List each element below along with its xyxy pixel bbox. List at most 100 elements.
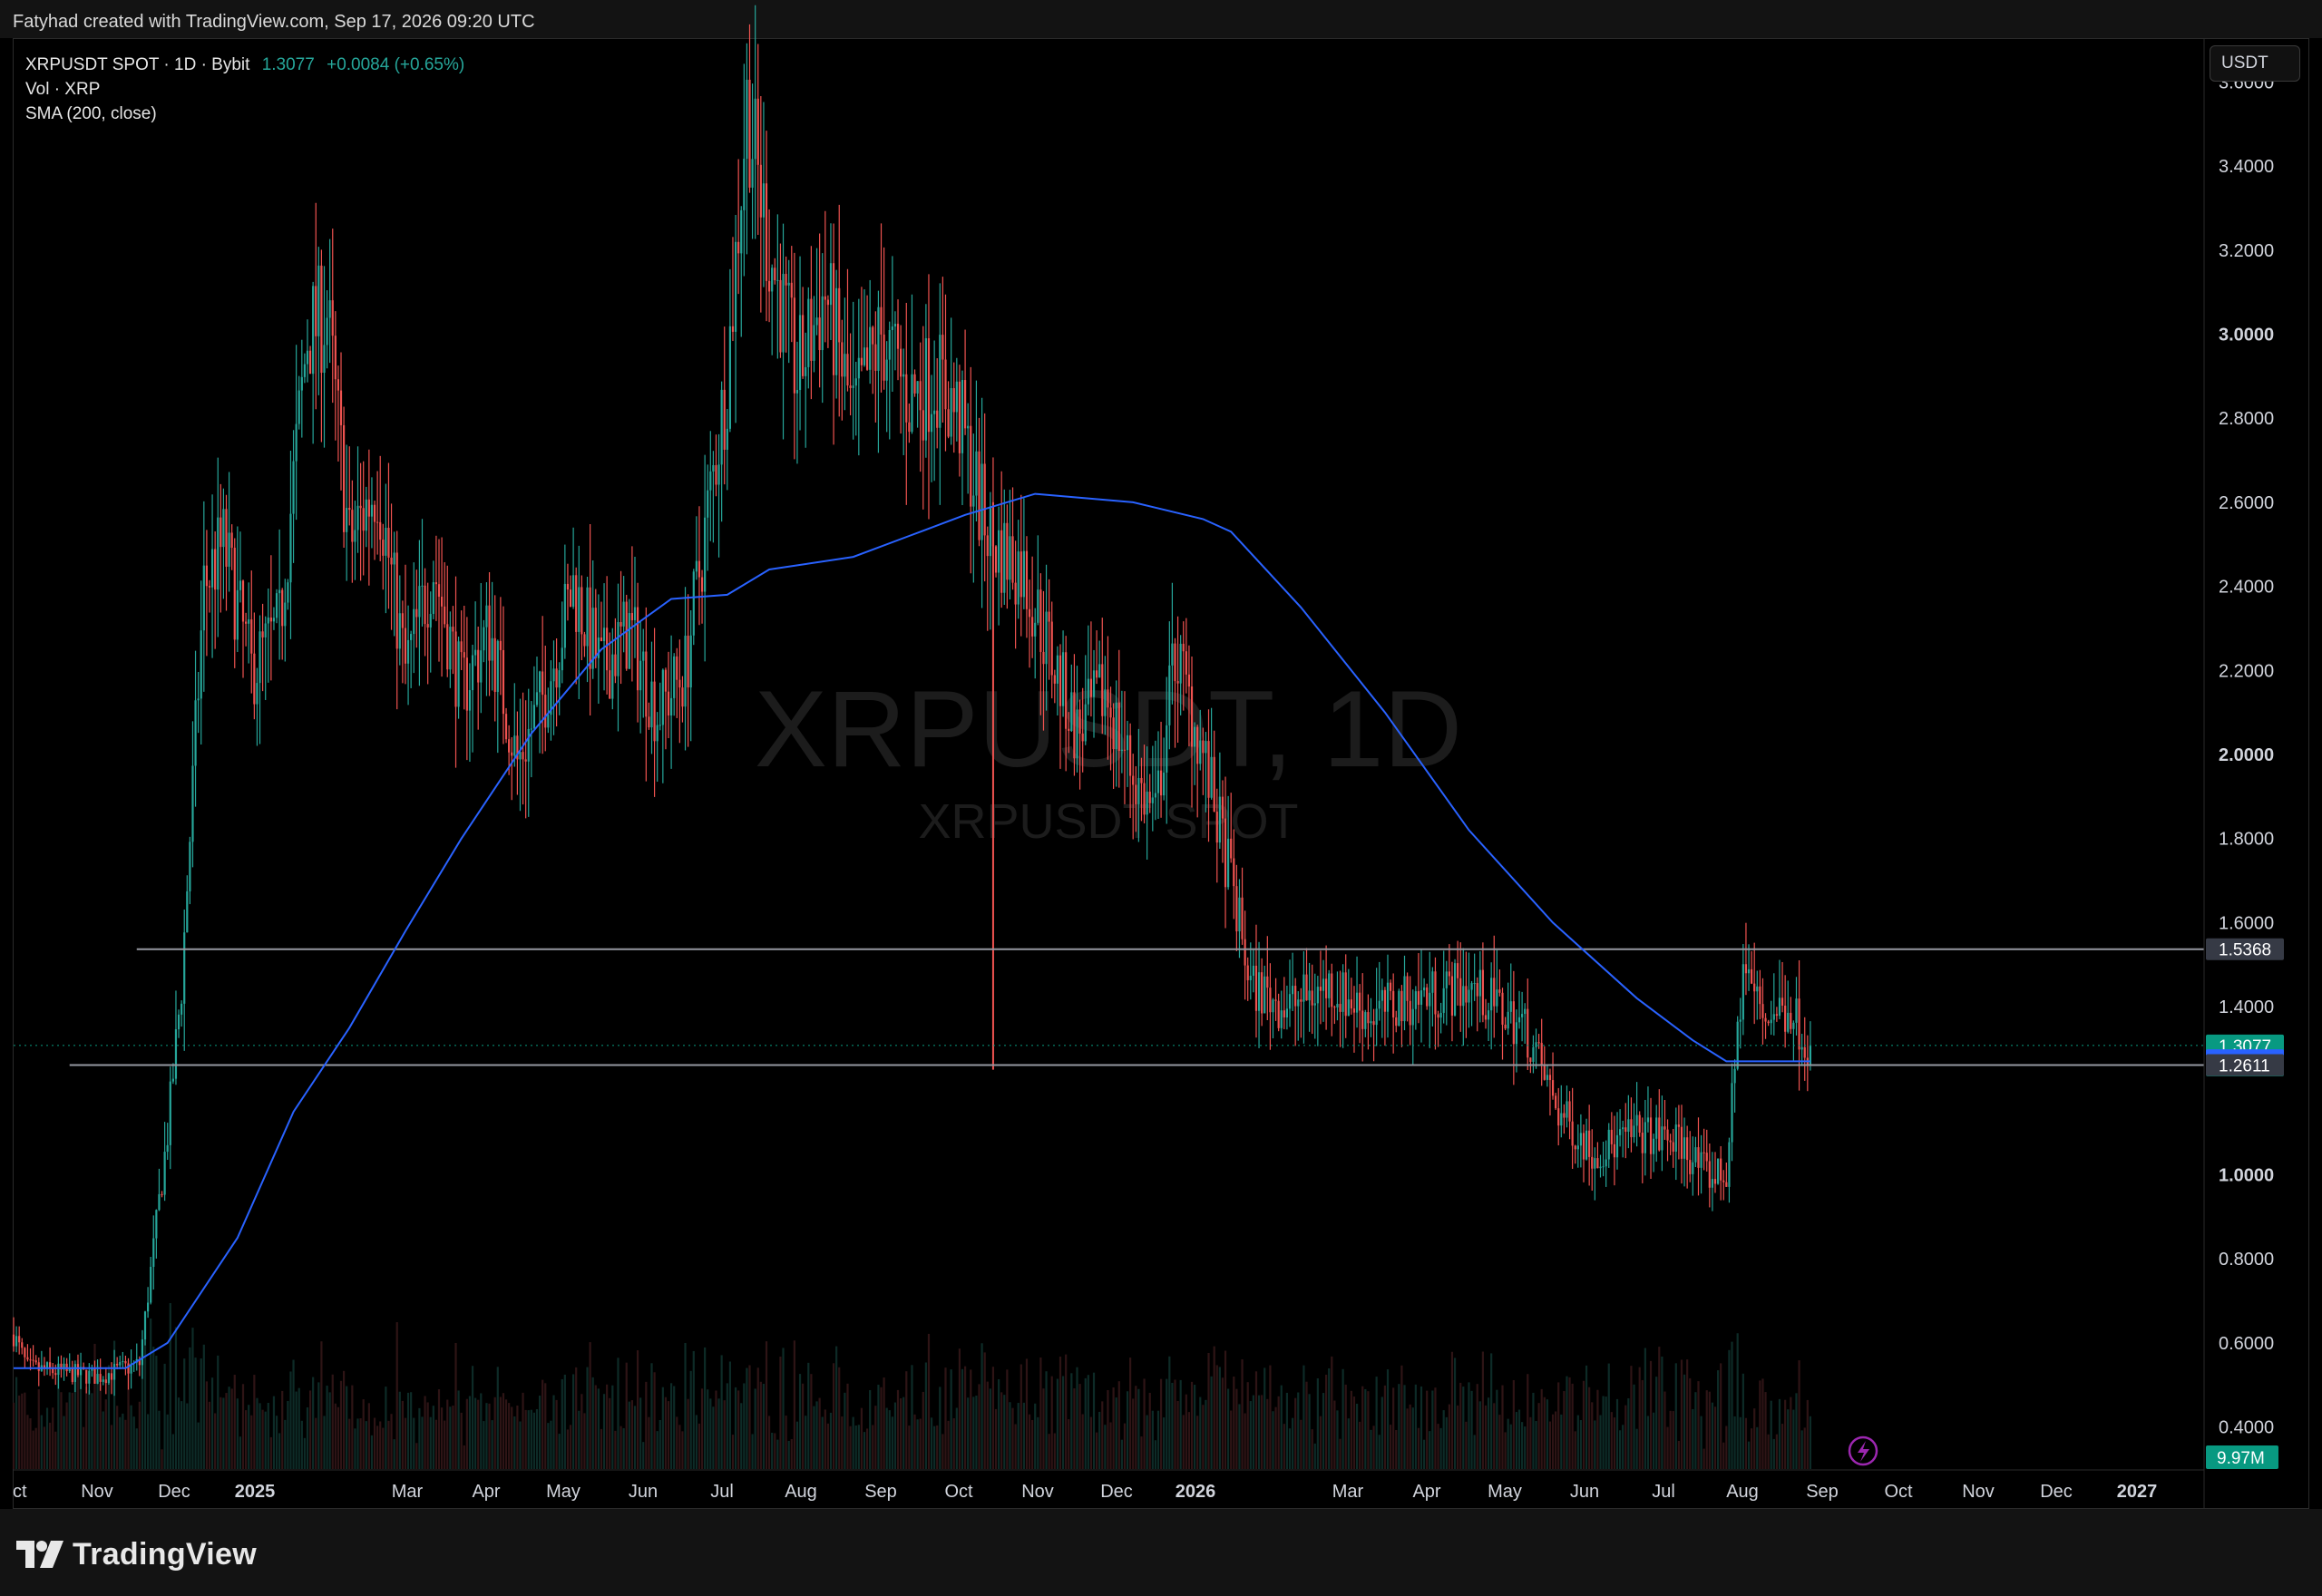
candle-body [1193, 726, 1196, 747]
price-tick-label: 1.8000 [2219, 830, 2274, 850]
horizontal-lines[interactable] [14, 948, 2204, 1066]
candle [230, 524, 233, 570]
candle [166, 1123, 169, 1161]
candle [1803, 1017, 1806, 1081]
candle-body [737, 241, 740, 254]
candle [174, 990, 178, 1085]
candle [468, 663, 472, 763]
volume-bar [21, 1393, 24, 1469]
candle [342, 406, 346, 549]
candle [998, 506, 1000, 626]
candle-body [217, 517, 220, 590]
volume-bar [1132, 1398, 1135, 1469]
volume-bar [824, 1409, 826, 1469]
candle-body [933, 410, 936, 414]
volume-bar [1490, 1353, 1493, 1469]
candle-body [1322, 978, 1325, 991]
sma-legend[interactable]: SMA (200, close) [25, 102, 464, 126]
candle-body [1009, 536, 1011, 580]
candle [493, 595, 496, 722]
time-tick-label: Oct [944, 1482, 973, 1502]
time-tick-label: Sep [1806, 1482, 1839, 1502]
candle [614, 618, 617, 684]
candle [1798, 960, 1800, 1091]
volume-bar [614, 1430, 617, 1469]
volume-bar [779, 1356, 782, 1469]
time-axis[interactable]: ct Nov Dec 2025 Mar Apr May Jun Jul Aug Sep Oct Nov D… [13, 1469, 2204, 1502]
volume-bar [865, 1428, 869, 1469]
candle-body [177, 1014, 180, 1030]
candle [1328, 969, 1331, 1008]
candle [659, 682, 661, 731]
tradingview-logo[interactable]: TradingView [16, 1536, 257, 1572]
candle-body [393, 552, 395, 565]
currency-button[interactable]: USDT [2210, 45, 2300, 82]
candle-body [636, 607, 639, 691]
candle [555, 638, 558, 727]
candle-body [547, 715, 550, 728]
volume-bar [124, 1419, 127, 1469]
volume-legend[interactable]: Vol · XRP [25, 77, 464, 102]
volume-bar [471, 1366, 474, 1469]
volume-bar [413, 1417, 415, 1469]
candle [681, 676, 684, 723]
volume-bar [1414, 1384, 1417, 1469]
volume-bar [1011, 1407, 1014, 1469]
candle-body [1381, 989, 1383, 1001]
candle [418, 540, 421, 686]
volume-bar [1361, 1386, 1364, 1469]
volume-bar [1224, 1350, 1227, 1469]
candle [538, 670, 541, 754]
volume-bar [298, 1387, 300, 1469]
price-tick-label: 3.2000 [2219, 241, 2274, 261]
candle-body [24, 1348, 26, 1358]
candle [698, 506, 701, 626]
candle [941, 277, 944, 423]
candle [970, 366, 972, 574]
volume-bar [854, 1425, 857, 1469]
legend-symbol-row[interactable]: XRPUSDT SPOT · 1D · Bybit 1.3077 +0.0084… [25, 53, 464, 77]
candle-body [200, 630, 202, 699]
candle-body [712, 464, 715, 472]
volume-bar [944, 1367, 947, 1469]
volume-bar [287, 1400, 289, 1469]
candle-body [1078, 709, 1081, 734]
candle [642, 628, 645, 718]
candle [930, 375, 933, 482]
candle-body [122, 1360, 124, 1363]
volume-bar [250, 1415, 253, 1469]
volume-bar [1728, 1349, 1731, 1469]
volume-bar [1548, 1421, 1552, 1469]
candle-body [740, 209, 743, 254]
time-tick-label: Nov [1021, 1482, 1054, 1502]
volume-bar [180, 1401, 183, 1469]
candle [1261, 958, 1263, 1027]
candle-body [527, 728, 530, 762]
candle [1767, 1019, 1770, 1027]
candle [217, 457, 220, 637]
candle [1389, 979, 1392, 1000]
candle [91, 1364, 93, 1377]
candle [390, 503, 393, 630]
volume-bar [1702, 1448, 1705, 1469]
candle-body [1151, 797, 1154, 803]
lightning-icon[interactable] [1848, 1435, 1878, 1466]
candle [748, 24, 751, 193]
candle-body [1156, 770, 1160, 793]
price-axis[interactable]: 3.60003.40003.20003.00002.80002.60002.40… [2203, 38, 2274, 1509]
candle-body [1291, 986, 1294, 995]
candle [1347, 968, 1350, 1017]
volume-bar [991, 1367, 995, 1469]
candle-body [1065, 652, 1068, 729]
candle-body [1618, 1129, 1622, 1135]
volume-bar [29, 1418, 32, 1469]
volume-bar [1400, 1365, 1403, 1469]
candle [1646, 1086, 1650, 1133]
candle-body [272, 618, 276, 622]
candle [491, 581, 493, 691]
price-chart[interactable]: XRPUSDT, 1D XRPUSDT SPOT 3.60003.40003.2… [0, 0, 2322, 1596]
candle-body [687, 636, 689, 688]
volume-bar [1288, 1428, 1292, 1469]
volume-bar [1478, 1401, 1481, 1469]
volume-bar [676, 1416, 678, 1469]
